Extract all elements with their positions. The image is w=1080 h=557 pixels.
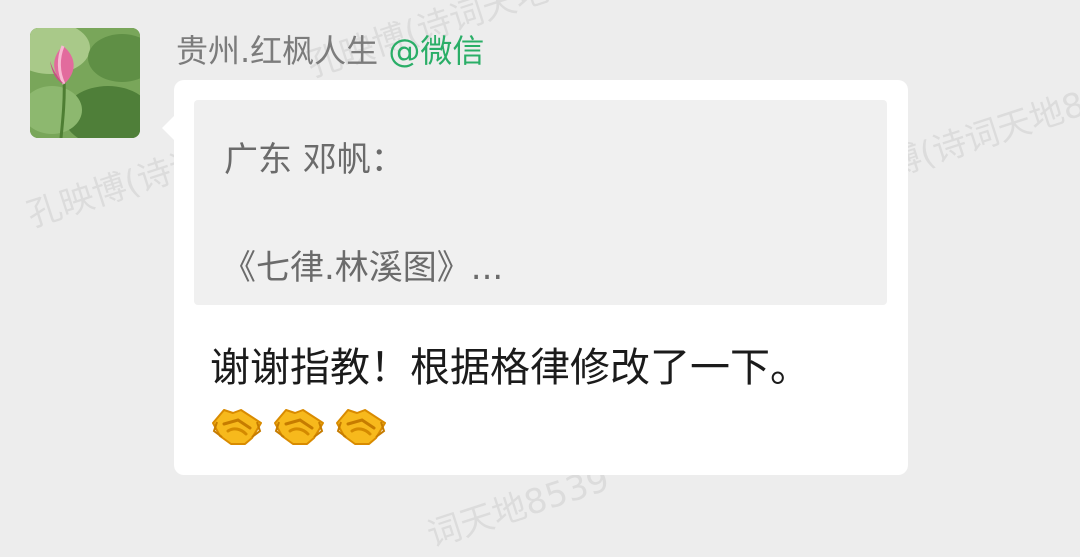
avatar[interactable] bbox=[30, 28, 140, 138]
quote-text: 《七律.林溪图》... bbox=[222, 248, 504, 288]
sender-line: 贵州.红枫人生 @微信 bbox=[176, 26, 484, 72]
handshake-emoji-icon bbox=[274, 409, 324, 445]
sender-source: @微信 bbox=[388, 32, 485, 70]
message-text: 谢谢指教！根据格律修改了一下。 bbox=[210, 345, 810, 391]
message-bubble[interactable]: 广东 邓帆： 《七律.林溪图》... 谢谢指教！根据格律修改了一下。 bbox=[162, 80, 908, 475]
quote-author: 广东 邓帆： bbox=[224, 140, 405, 180]
bubble-tail bbox=[162, 116, 174, 140]
sender-name[interactable]: 贵州.红枫人生 bbox=[176, 32, 378, 70]
lotus-flower-avatar-icon bbox=[30, 28, 140, 138]
handshake-emoji-icon bbox=[336, 409, 386, 445]
handshake-emoji-icon bbox=[212, 409, 262, 445]
emoji-row bbox=[210, 402, 388, 450]
watermark-text: 博(诗词天地8539 bbox=[882, 64, 1080, 186]
quoted-message[interactable]: 广东 邓帆： 《七律.林溪图》... bbox=[194, 100, 887, 305]
